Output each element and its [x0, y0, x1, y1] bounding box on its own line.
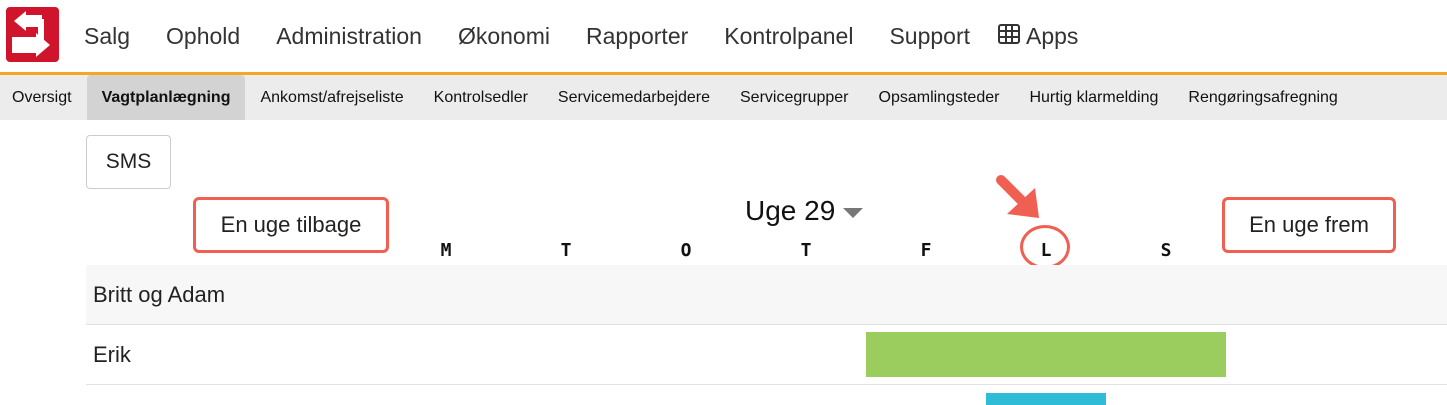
shift-bar[interactable]: [866, 332, 1226, 377]
nav-administration[interactable]: Administration: [258, 23, 440, 50]
nav-ophold[interactable]: Ophold: [148, 23, 258, 50]
nav-okonomi[interactable]: Økonomi: [440, 23, 568, 50]
nav-support[interactable]: Support: [871, 23, 988, 50]
subnav-hurtig-klarmelding[interactable]: Hurtig klarmelding: [1014, 75, 1173, 120]
day-header-monday: M: [440, 240, 452, 261]
subnav-kontrolsedler[interactable]: Kontrolsedler: [419, 75, 543, 120]
day-header-friday: F: [920, 240, 932, 261]
schedule-row: [86, 385, 1447, 402]
prev-week-button[interactable]: En uge tilbage: [193, 197, 389, 253]
nav-rapporter[interactable]: Rapporter: [568, 23, 706, 50]
row-name: Britt og Adam: [93, 282, 226, 307]
subnav-opsamlingsteder[interactable]: Opsamlingsteder: [864, 75, 1015, 120]
nav-salg[interactable]: Salg: [66, 23, 148, 50]
apps-label: Apps: [1026, 22, 1079, 49]
grid-icon: [998, 23, 1020, 50]
shift-bar[interactable]: [986, 393, 1106, 405]
sms-button[interactable]: SMS: [86, 135, 171, 189]
main-nav: Salg Ophold Administration Økonomi Rappo…: [66, 0, 1096, 72]
day-header-wednesday: O: [680, 240, 692, 261]
schedule-row: Britt og Adam: [86, 265, 1447, 325]
subnav-ankomst-afrejseliste[interactable]: Ankomst/afrejseliste: [245, 75, 418, 120]
row-name: Erik: [93, 342, 131, 367]
highlight-circle: [1020, 225, 1070, 269]
day-header-sunday: S: [1160, 240, 1172, 261]
schedule-row: Erik: [86, 325, 1447, 385]
subnav-rengoringsafregning[interactable]: Rengøringsafregning: [1173, 75, 1352, 120]
nav-apps[interactable]: Apps: [988, 23, 1096, 50]
day-header-tuesday: T: [560, 240, 572, 261]
next-week-button[interactable]: En uge frem: [1222, 197, 1396, 253]
logo-icon[interactable]: [6, 7, 59, 62]
caret-down-icon: [843, 208, 864, 218]
day-header-thursday: T: [800, 240, 812, 261]
arrow-pointer-icon: [996, 175, 1039, 218]
subnav-vagtplanlaegning[interactable]: Vagtplanlægning: [86, 75, 246, 120]
subnav-servicegrupper[interactable]: Servicegrupper: [725, 75, 864, 120]
subnav-oversigt[interactable]: Oversigt: [0, 75, 87, 120]
week-title: Uge 29: [745, 195, 836, 226]
sub-nav: Oversigt Vagtplanlægning Ankomst/afrejse…: [0, 75, 1447, 120]
week-selector[interactable]: Uge 29: [745, 195, 864, 227]
top-bar: Salg Ophold Administration Økonomi Rappo…: [0, 0, 1447, 75]
subnav-servicemedarbejdere[interactable]: Servicemedarbejdere: [543, 75, 725, 120]
nav-kontrolpanel[interactable]: Kontrolpanel: [706, 23, 871, 50]
